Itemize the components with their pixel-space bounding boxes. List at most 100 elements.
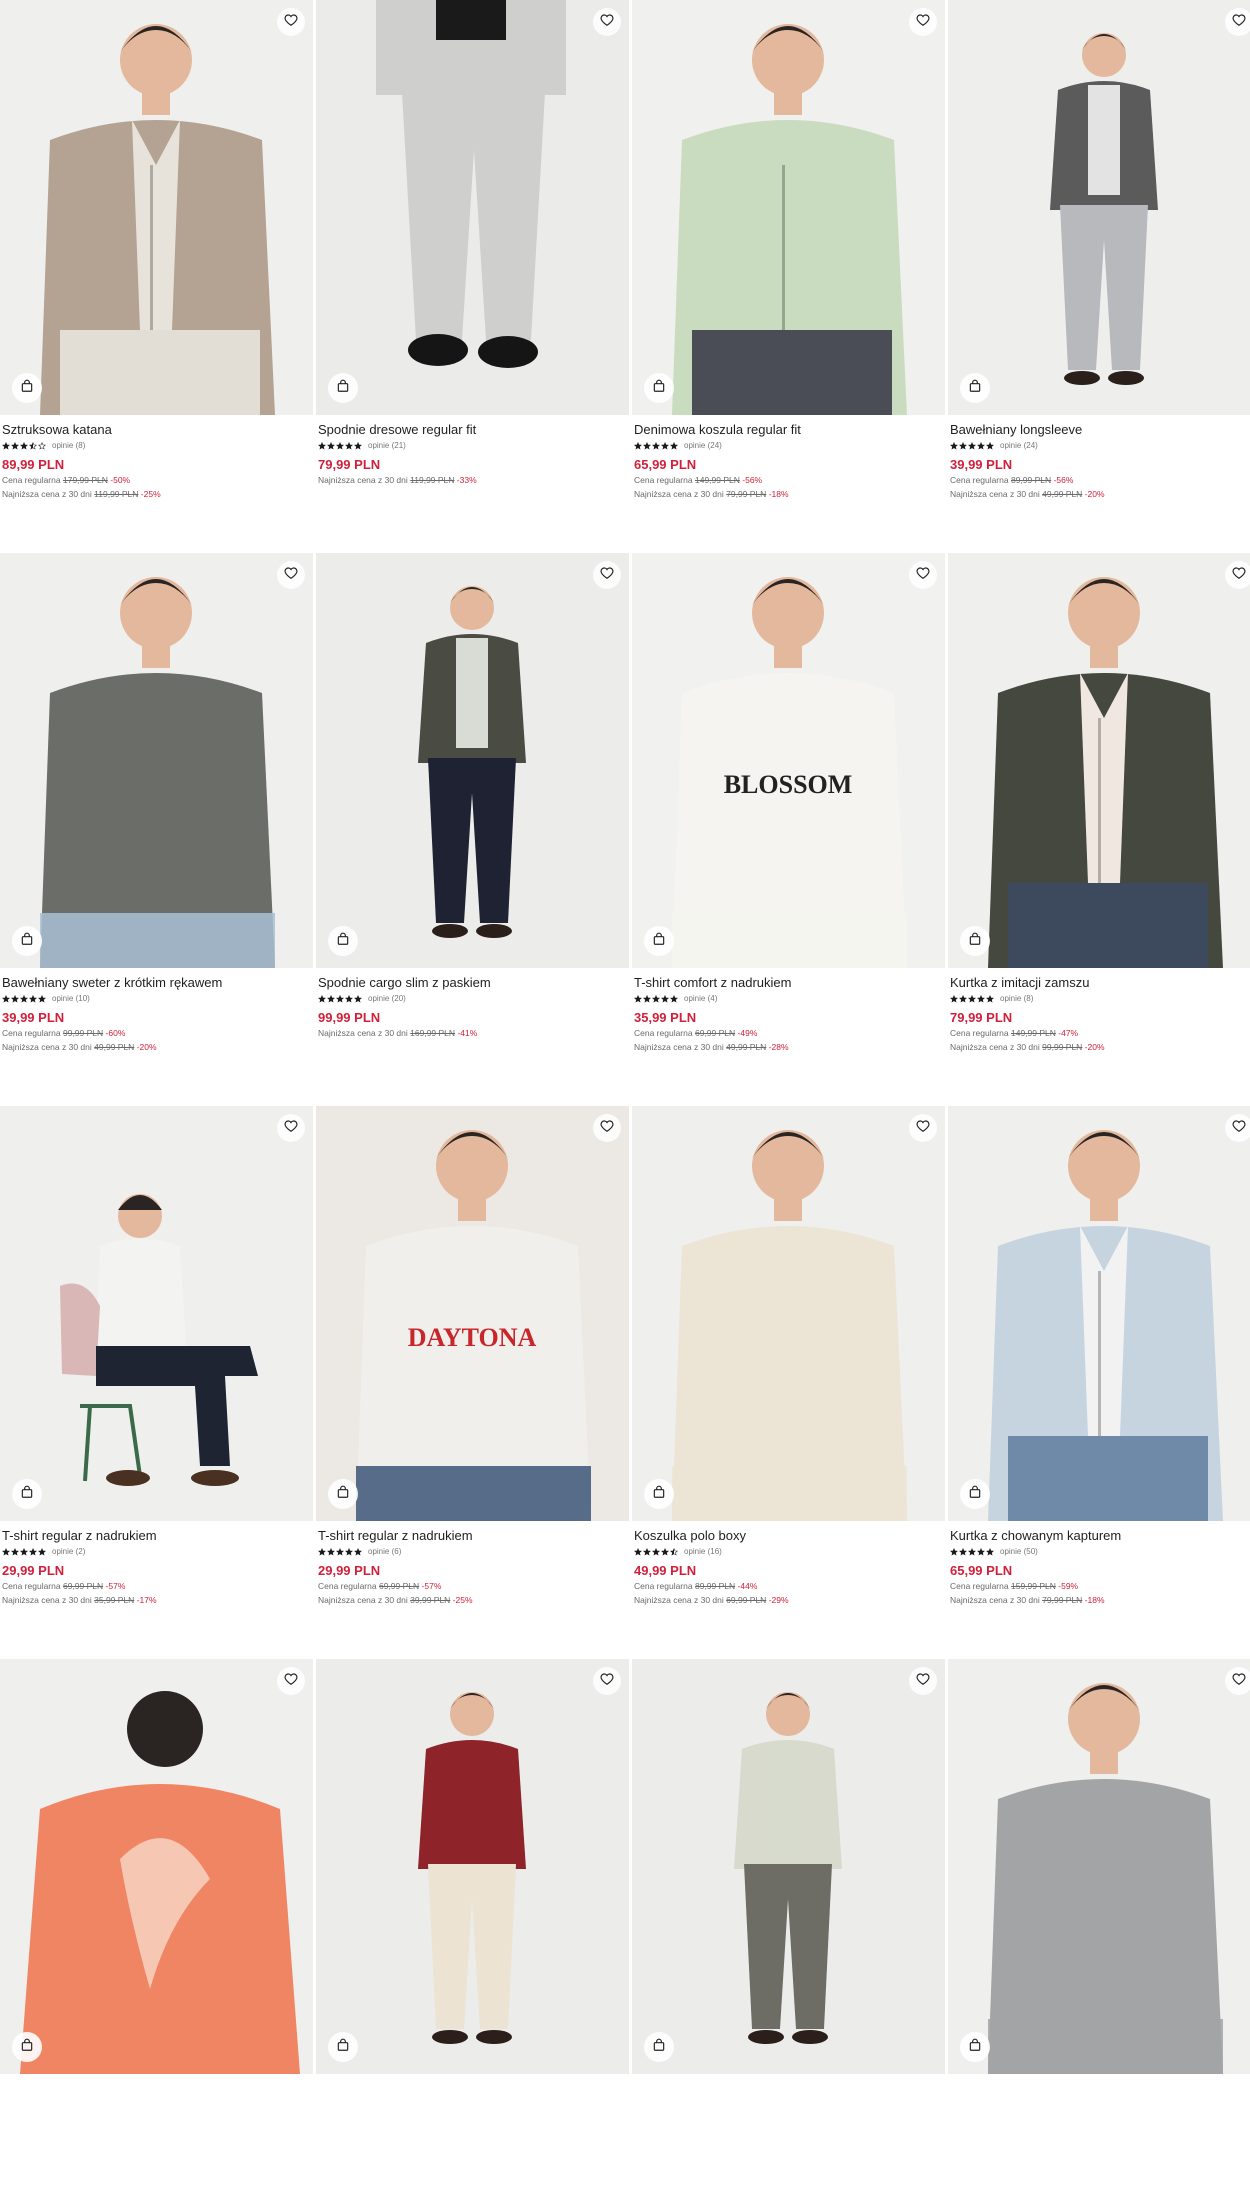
product-image[interactable]: DAYTONA bbox=[316, 1106, 629, 1521]
product-image[interactable] bbox=[316, 553, 629, 968]
product-image[interactable] bbox=[0, 1659, 313, 2074]
product-card[interactable]: Denimowa koszula regular fit opinie (24) 6… bbox=[632, 0, 945, 553]
product-image[interactable] bbox=[316, 0, 629, 415]
review-count[interactable]: opinie (50) bbox=[1000, 1547, 1038, 1556]
product-image[interactable] bbox=[632, 0, 945, 415]
review-count[interactable]: opinie (4) bbox=[684, 994, 717, 1003]
product-image[interactable] bbox=[632, 1659, 945, 2074]
add-to-wishlist-button[interactable] bbox=[1225, 561, 1250, 589]
add-to-cart-button[interactable] bbox=[644, 1479, 674, 1509]
add-to-cart-button[interactable] bbox=[960, 1479, 990, 1509]
product-name[interactable]: T-shirt regular z nadrukiem bbox=[2, 1528, 311, 1544]
lowest-price-label: Najniższa cena z 30 dni bbox=[318, 1595, 408, 1605]
review-count[interactable]: opinie (20) bbox=[368, 994, 406, 1003]
product-card[interactable]: Spodnie dresowe regular fit opinie (21) 79… bbox=[316, 0, 629, 553]
product-card[interactable]: Spodnie cargo slim z paskiem opinie (20) 9… bbox=[316, 553, 629, 1106]
regular-price-line: Cena regularna 69,99 PLN -57% bbox=[318, 1579, 627, 1593]
add-to-cart-button[interactable] bbox=[328, 2032, 358, 2062]
product-image[interactable] bbox=[632, 1106, 945, 1521]
add-to-cart-button[interactable] bbox=[12, 926, 42, 956]
add-to-cart-button[interactable] bbox=[644, 373, 674, 403]
product-image[interactable] bbox=[0, 553, 313, 968]
rating-stars bbox=[634, 1543, 678, 1561]
add-to-cart-button[interactable] bbox=[12, 2032, 42, 2062]
product-name[interactable]: T-shirt regular z nadrukiem bbox=[318, 1528, 627, 1544]
add-to-wishlist-button[interactable] bbox=[909, 8, 937, 36]
add-to-wishlist-button[interactable] bbox=[593, 8, 621, 36]
review-count[interactable]: opinie (8) bbox=[1000, 994, 1033, 1003]
product-info: Kurtka z imitacji zamszu opinie (8) 79,99 … bbox=[948, 968, 1250, 1054]
product-card[interactable] bbox=[316, 1659, 629, 2212]
add-to-cart-button[interactable] bbox=[960, 926, 990, 956]
product-card[interactable]: DAYTONA T-shirt regular z nadrukiem opinie… bbox=[316, 1106, 629, 1659]
product-image[interactable] bbox=[948, 1106, 1250, 1521]
star-icon bbox=[20, 990, 28, 1008]
add-to-wishlist-button[interactable] bbox=[593, 1114, 621, 1142]
add-to-wishlist-button[interactable] bbox=[593, 1667, 621, 1695]
product-name[interactable]: Bawełniany longsleeve bbox=[950, 422, 1250, 438]
product-name[interactable]: T-shirt comfort z nadrukiem bbox=[634, 975, 943, 991]
product-name[interactable]: Denimowa koszula regular fit bbox=[634, 422, 943, 438]
product-image[interactable] bbox=[948, 1659, 1250, 2074]
add-to-cart-button[interactable] bbox=[12, 1479, 42, 1509]
add-to-cart-button[interactable] bbox=[644, 2032, 674, 2062]
review-count[interactable]: opinie (16) bbox=[684, 1547, 722, 1556]
review-count[interactable]: opinie (24) bbox=[1000, 441, 1038, 450]
product-card[interactable] bbox=[948, 1659, 1250, 2212]
product-price: 79,99 PLN bbox=[318, 457, 381, 472]
product-name[interactable]: Spodnie dresowe regular fit bbox=[318, 422, 627, 438]
product-card[interactable]: Bawełniany longsleeve opinie (24) 39,99 PL… bbox=[948, 0, 1250, 553]
product-image[interactable] bbox=[0, 0, 313, 415]
product-card[interactable]: BLOSSOM T-shirt comfort z nadrukiem opinie… bbox=[632, 553, 945, 1106]
add-to-wishlist-button[interactable] bbox=[1225, 1667, 1250, 1695]
product-name[interactable]: Bawełniany sweter z krótkim rękawem bbox=[2, 975, 311, 991]
review-count[interactable]: opinie (6) bbox=[368, 1547, 401, 1556]
product-image[interactable]: BLOSSOM bbox=[632, 553, 945, 968]
add-to-wishlist-button[interactable] bbox=[277, 561, 305, 589]
add-to-cart-button[interactable] bbox=[960, 373, 990, 403]
add-to-cart-button[interactable] bbox=[12, 373, 42, 403]
add-to-wishlist-button[interactable] bbox=[909, 1667, 937, 1695]
product-name[interactable]: Spodnie cargo slim z paskiem bbox=[318, 975, 627, 991]
product-card[interactable]: T-shirt regular z nadrukiem opinie (2) 29,… bbox=[0, 1106, 313, 1659]
product-card[interactable]: Sztruksowa katana opinie (8) 89,99 PLN Cena… bbox=[0, 0, 313, 553]
add-to-wishlist-button[interactable] bbox=[909, 561, 937, 589]
product-card[interactable]: Bawełniany sweter z krótkim rękawem opini… bbox=[0, 553, 313, 1106]
lowest-price-line: Najniższa cena z 30 dni 39,99 PLN -25% bbox=[318, 1593, 627, 1607]
add-to-wishlist-button[interactable] bbox=[277, 1114, 305, 1142]
product-image[interactable] bbox=[948, 0, 1250, 415]
product-card[interactable]: Koszulka polo boxy opinie (16) 49,99 PLN Ce… bbox=[632, 1106, 945, 1659]
regular-price-line: Cena regularna 159,99 PLN -59% bbox=[950, 1579, 1250, 1593]
add-to-cart-button[interactable] bbox=[328, 926, 358, 956]
star-icon bbox=[318, 437, 326, 455]
add-to-wishlist-button[interactable] bbox=[1225, 8, 1250, 36]
regular-price-label: Cena regularna bbox=[634, 1581, 693, 1591]
star-icon bbox=[2, 990, 10, 1008]
product-name[interactable]: Kurtka z chowanym kapturem bbox=[950, 1528, 1250, 1544]
add-to-wishlist-button[interactable] bbox=[277, 8, 305, 36]
product-card[interactable]: Kurtka z imitacji zamszu opinie (8) 79,99 … bbox=[948, 553, 1250, 1106]
review-count[interactable]: opinie (21) bbox=[368, 441, 406, 450]
product-image[interactable] bbox=[316, 1659, 629, 2074]
add-to-wishlist-button[interactable] bbox=[593, 561, 621, 589]
product-name[interactable]: Koszulka polo boxy bbox=[634, 1528, 943, 1544]
add-to-cart-button[interactable] bbox=[328, 373, 358, 403]
product-card[interactable] bbox=[0, 1659, 313, 2212]
add-to-cart-button[interactable] bbox=[644, 926, 674, 956]
add-to-cart-button[interactable] bbox=[960, 2032, 990, 2062]
product-card[interactable]: Kurtka z chowanym kapturem opinie (50) 65,… bbox=[948, 1106, 1250, 1659]
product-image[interactable] bbox=[0, 1106, 313, 1521]
product-name[interactable]: Sztruksowa katana bbox=[2, 422, 311, 438]
product-card[interactable] bbox=[632, 1659, 945, 2212]
add-to-wishlist-button[interactable] bbox=[1225, 1114, 1250, 1142]
product-name[interactable]: Kurtka z imitacji zamszu bbox=[950, 975, 1250, 991]
lowest-price-label: Najniższa cena z 30 dni bbox=[2, 1595, 92, 1605]
review-count[interactable]: opinie (2) bbox=[52, 1547, 85, 1556]
add-to-cart-button[interactable] bbox=[328, 1479, 358, 1509]
add-to-wishlist-button[interactable] bbox=[909, 1114, 937, 1142]
review-count[interactable]: opinie (10) bbox=[52, 994, 90, 1003]
review-count[interactable]: opinie (24) bbox=[684, 441, 722, 450]
add-to-wishlist-button[interactable] bbox=[277, 1667, 305, 1695]
review-count[interactable]: opinie (8) bbox=[52, 441, 85, 450]
product-image[interactable] bbox=[948, 553, 1250, 968]
